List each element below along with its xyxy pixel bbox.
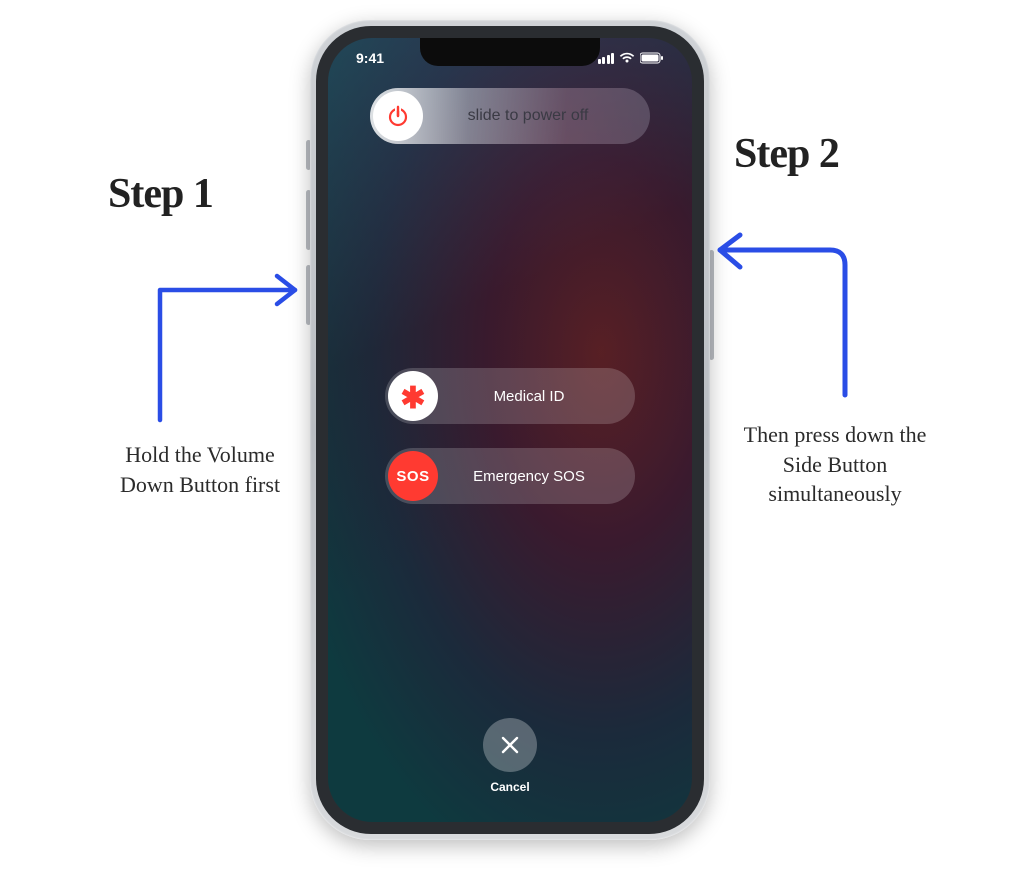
status-bar: 9:41 — [328, 46, 692, 70]
power-off-slider[interactable]: slide to power off — [370, 88, 650, 144]
cancel-button[interactable] — [483, 718, 537, 772]
phone-screen: 9:41 slide to power off ✱ Medi — [328, 38, 692, 822]
step2-desc: Then press down the Side Button simultan… — [725, 420, 945, 509]
medical-id-icon[interactable]: ✱ — [388, 371, 438, 421]
close-icon — [499, 734, 521, 756]
sos-knob-text: SOS — [396, 468, 429, 485]
wifi-icon — [619, 52, 635, 64]
emergency-sos-label: Emergency SOS — [441, 468, 635, 485]
medical-id-slider[interactable]: ✱ Medical ID — [385, 368, 635, 424]
status-time: 9:41 — [356, 50, 384, 66]
battery-icon — [640, 52, 664, 64]
power-icon[interactable] — [373, 91, 423, 141]
cancel-label: Cancel — [483, 780, 537, 794]
arrow-step2 — [700, 195, 870, 420]
power-off-label: slide to power off — [426, 107, 650, 125]
arrow-step1 — [145, 230, 315, 435]
step2-title: Step 2 — [734, 130, 839, 178]
medical-id-label: Medical ID — [441, 388, 635, 405]
step1-desc: Hold the Volume Down Button first — [100, 440, 300, 499]
emergency-sos-slider[interactable]: SOS Emergency SOS — [385, 448, 635, 504]
cancel-area: Cancel — [483, 718, 537, 794]
step1-title: Step 1 — [108, 170, 213, 218]
sos-icon[interactable]: SOS — [388, 451, 438, 501]
phone-mockup: 9:41 slide to power off ✱ Medi — [310, 20, 710, 840]
signal-icon — [598, 53, 615, 64]
